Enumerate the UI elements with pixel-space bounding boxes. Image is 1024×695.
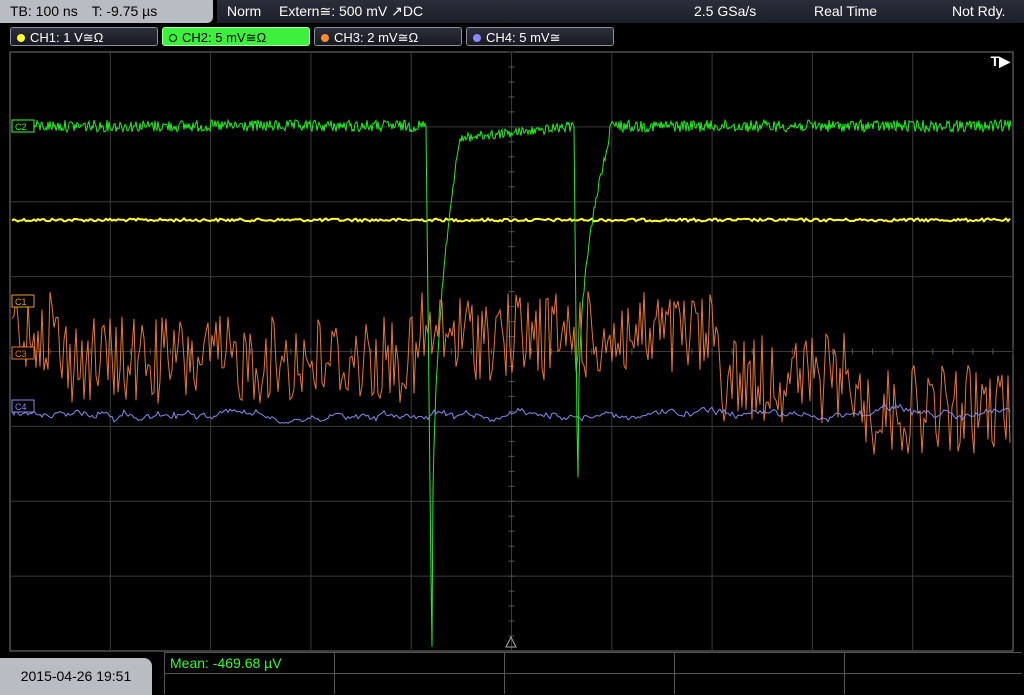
mean-measurement: Mean: -469.68 µV	[170, 655, 282, 671]
c3-marker[interactable]: C3	[11, 346, 35, 360]
measurement-table[interactable]: Mean: -469.68 µV	[164, 652, 1024, 695]
channel-4-label: CH4: 5 mV≅	[486, 30, 561, 45]
ch2-color-icon	[169, 34, 177, 42]
channel-3-label: CH3: 2 mV≅Ω	[334, 30, 419, 45]
measurement-row: Mean: -469.68 µV	[164, 652, 1022, 673]
channel-3-button[interactable]: CH3: 2 mV≅Ω	[314, 27, 462, 46]
channel-2-button[interactable]: CH2: 5 mV≅Ω	[162, 27, 310, 46]
trigger-source: Extern≅: 500 mV ↗DC	[279, 3, 424, 19]
acquisition-status: Not Rdy.	[952, 3, 1006, 19]
c4-marker-label: C4	[15, 402, 27, 412]
c2-marker[interactable]: C2	[11, 119, 35, 133]
acquisition-mode: Real Time	[814, 3, 878, 19]
trigger-mode: Norm	[227, 3, 262, 19]
trigger-time-value: T: -9.75 µs	[91, 3, 158, 19]
trigger-marker-icon[interactable]: T▶	[991, 53, 1010, 70]
c1-marker-label: C1	[15, 297, 27, 307]
channel-bar: CH1: 1 V≅Ω CH2: 5 mV≅Ω CH3: 2 mV≅Ω CH4: …	[0, 26, 1024, 48]
waveform-display[interactable]: C2 C1 C3 C4	[0, 48, 1024, 652]
channel-4-button[interactable]: CH4: 5 mV≅	[466, 27, 614, 46]
c4-marker[interactable]: C4	[11, 399, 35, 413]
channel-1-button[interactable]: CH1: 1 V≅Ω	[10, 27, 158, 46]
ch1-color-icon	[17, 34, 25, 42]
waveform-canvas[interactable]: C2 C1 C3 C4	[0, 48, 1024, 652]
sample-rate: 2.5 GSa/s	[694, 3, 757, 19]
status-bar: TB: 100 ns T: -9.75 µs Norm Extern≅: 500…	[0, 0, 1024, 24]
channel-1-label: CH1: 1 V≅Ω	[30, 30, 104, 45]
timebase-panel[interactable]: TB: 100 ns T: -9.75 µs	[0, 0, 213, 23]
channel-2-label: CH2: 5 mV≅Ω	[182, 30, 267, 45]
bottom-bar: 2015-04-26 19:51 Mean: -469.68 µV	[0, 652, 1024, 695]
ch4-color-icon	[473, 34, 481, 42]
c1-marker[interactable]: C1	[11, 294, 35, 308]
c3-marker-label: C3	[15, 349, 27, 359]
date-time: 2015-04-26 19:51	[0, 658, 152, 695]
measurement-row	[164, 673, 1022, 694]
c2-marker-label: C2	[15, 122, 27, 132]
timebase-value: TB: 100 ns	[10, 3, 78, 19]
ch3-color-icon	[321, 34, 329, 42]
trigger-panel[interactable]: Norm Extern≅: 500 mV ↗DC 2.5 GSa/s Real …	[217, 0, 1024, 23]
